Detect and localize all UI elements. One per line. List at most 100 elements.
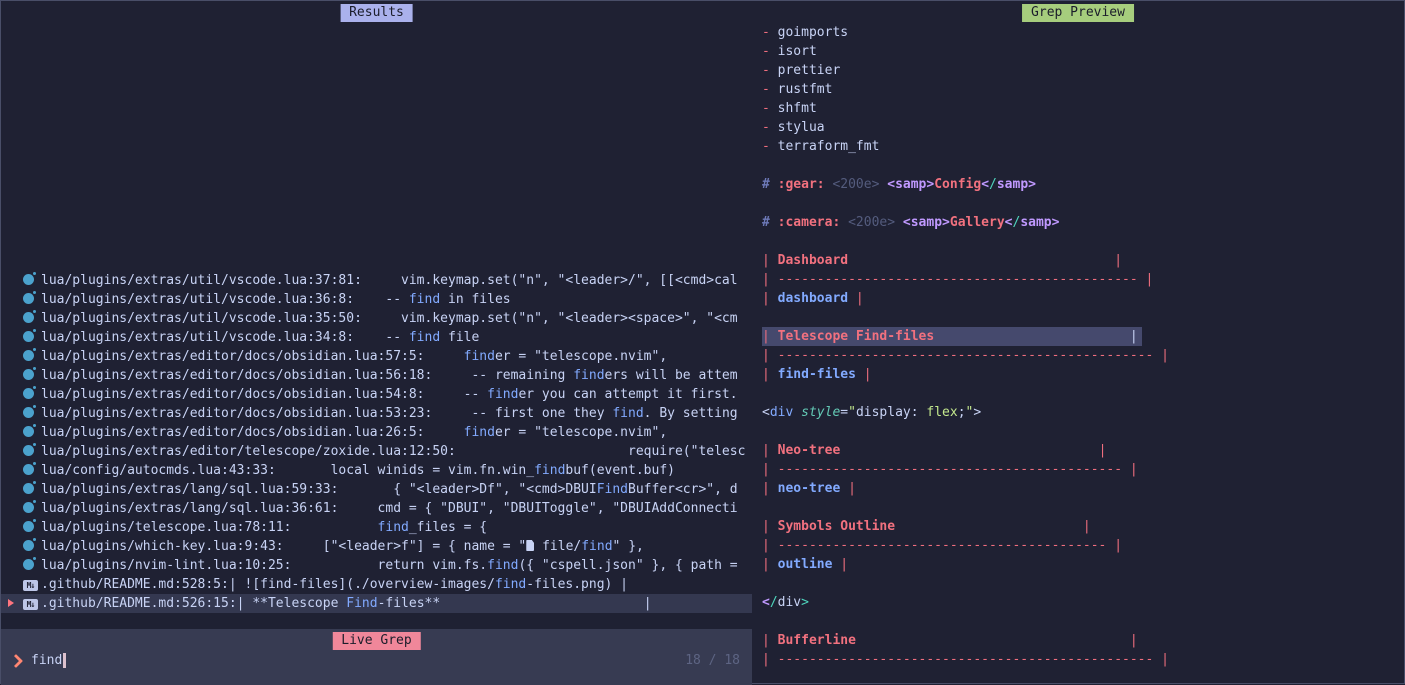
text-segment: find bbox=[612, 406, 643, 421]
result-row[interactable]: lua/plugins/extras/lang/sql.lua:59:33: {… bbox=[1, 480, 752, 499]
text-segment bbox=[895, 519, 1083, 534]
text-segment: _files = { bbox=[409, 520, 487, 535]
text-segment: find bbox=[487, 558, 518, 573]
preview-line: | Symbols Outline | bbox=[762, 517, 1403, 536]
text-segment: find bbox=[495, 577, 526, 592]
result-row[interactable]: lua/plugins/extras/lang/sql.lua:36:61: c… bbox=[1, 499, 752, 518]
result-row-selected[interactable]: M↓.github/README.md:526:15:| **Telescope… bbox=[1, 594, 752, 613]
markdown-file-icon: M↓ bbox=[23, 599, 38, 610]
result-row[interactable]: lua/plugins/nvim-lint.lua:10:25: return … bbox=[1, 556, 752, 575]
results-title-badge: Results bbox=[340, 4, 413, 22]
text-segment: ers will be attem bbox=[605, 368, 738, 383]
text-segment: outline bbox=[778, 557, 833, 572]
text-segment: Symbols Outline bbox=[778, 519, 895, 534]
result-row[interactable]: M↓.github/README.md:528:5:| ![find-files… bbox=[1, 575, 752, 594]
text-segment: ({ "cspell.json" }, { path = bbox=[518, 558, 737, 573]
text-segment: | bbox=[1099, 443, 1107, 458]
preview-line: | Dashboard | bbox=[762, 251, 1403, 270]
preview-line: - rustfmt bbox=[762, 80, 1403, 99]
text-segment: Config bbox=[934, 177, 981, 192]
text-segment: - bbox=[762, 82, 778, 97]
text-segment: goimports bbox=[778, 25, 848, 40]
result-row[interactable]: lua/plugins/extras/editor/docs/obsidian.… bbox=[1, 404, 752, 423]
search-input[interactable]: find 18 / 18 bbox=[9, 651, 740, 670]
text-cursor bbox=[63, 653, 66, 668]
result-row[interactable]: lua/plugins/extras/editor/telescope/zoxi… bbox=[1, 442, 752, 461]
text-segment: samp> bbox=[997, 177, 1036, 192]
preview-line: - isort bbox=[762, 42, 1403, 61]
preview-line: | dashboard | bbox=[762, 289, 1403, 308]
results-panel: Results lua/plugins/extras/util/vscode.l… bbox=[1, 1, 752, 628]
text-segment: find bbox=[487, 387, 518, 402]
text-segment: find bbox=[464, 425, 495, 440]
result-row[interactable]: lua/plugins/which-key.lua:9:43: ["<leade… bbox=[1, 537, 752, 556]
lua-file-icon bbox=[23, 502, 34, 513]
text-segment: lua/plugins/extras/util/vscode.lua:34:8:… bbox=[41, 330, 409, 345]
preview-line: - goimports bbox=[762, 23, 1403, 42]
text-segment: | bbox=[762, 557, 778, 572]
text-segment: Buffer<cr>", d bbox=[628, 482, 738, 497]
result-row[interactable]: lua/plugins/extras/editor/docs/obsidian.… bbox=[1, 385, 752, 404]
preview-line: # :camera: <200e> <samp>Gallery</samp> bbox=[762, 213, 1403, 232]
preview-line: - shfmt bbox=[762, 99, 1403, 118]
text-segment: <samp> bbox=[887, 177, 934, 192]
result-row[interactable]: lua/plugins/extras/editor/docs/obsidian.… bbox=[1, 423, 752, 442]
text-segment: neo-tree bbox=[778, 481, 841, 496]
text-segment: find bbox=[534, 463, 565, 478]
preview-line: | --------------------------------------… bbox=[762, 270, 1403, 289]
selection-caret-icon bbox=[8, 599, 14, 607]
text-segment: <200e> bbox=[832, 177, 887, 192]
lua-file-icon bbox=[23, 483, 34, 494]
lua-file-icon bbox=[23, 312, 34, 323]
result-row[interactable]: lua/plugins/extras/util/vscode.lua:37:81… bbox=[1, 271, 752, 290]
result-row[interactable]: lua/plugins/extras/editor/docs/obsidian.… bbox=[1, 347, 752, 366]
text-segment: :camera: bbox=[778, 215, 848, 230]
result-row[interactable]: lua/config/autocmds.lua:43:33: local win… bbox=[1, 461, 752, 480]
text-segment: / bbox=[770, 595, 778, 610]
text-segment: er = "telescope.nvim", bbox=[495, 349, 667, 364]
lua-file-icon bbox=[23, 293, 34, 304]
live-grep-prompt-box: Live Grep find 18 / 18 bbox=[1, 629, 752, 685]
text-segment: < bbox=[762, 595, 770, 610]
text-segment: prettier bbox=[778, 63, 841, 78]
preview-line: - prettier bbox=[762, 61, 1403, 80]
text-segment: stylua bbox=[778, 120, 825, 135]
text-segment: lua/config/autocmds.lua:43:33: local win… bbox=[41, 463, 534, 478]
text-segment: | bbox=[856, 367, 872, 382]
text-segment: lua/plugins/extras/util/vscode.lua:37:81… bbox=[41, 273, 738, 288]
text-segment: | bbox=[1114, 253, 1122, 268]
result-row[interactable]: lua/plugins/telescope.lua:78:11: find_fi… bbox=[1, 518, 752, 537]
preview-lines: - goimports- isort- prettier- rustfmt- s… bbox=[762, 23, 1403, 669]
text-segment: in files bbox=[440, 292, 510, 307]
grep-preview-panel: Grep Preview - goimports- isort- prettie… bbox=[753, 1, 1403, 682]
text-segment: - bbox=[762, 25, 778, 40]
text-segment bbox=[856, 633, 1130, 648]
result-row[interactable]: lua/plugins/extras/util/vscode.lua:36:8:… bbox=[1, 290, 752, 309]
text-segment: lua/plugins/extras/util/vscode.lua:36:8:… bbox=[41, 292, 409, 307]
preview-line: <div style="display: flex;"> bbox=[762, 403, 1403, 422]
text-segment: " bbox=[848, 405, 856, 420]
text-segment: / bbox=[989, 177, 997, 192]
text-segment: | bbox=[848, 291, 864, 306]
text-segment: display: bbox=[856, 405, 926, 420]
lua-file-icon bbox=[23, 350, 34, 361]
file-icon bbox=[526, 540, 534, 551]
live-grep-title-badge: Live Grep bbox=[332, 632, 420, 650]
text-segment: | --------------------------------------… bbox=[762, 348, 1169, 363]
text-segment: > bbox=[801, 595, 809, 610]
text-segment: | bbox=[832, 557, 848, 572]
preview-line: | --------------------------------------… bbox=[762, 460, 1403, 479]
text-segment: terraform_fmt bbox=[778, 139, 880, 154]
text-segment: | --------------------------------------… bbox=[762, 652, 1169, 667]
text-segment: = bbox=[840, 405, 848, 420]
result-row[interactable]: lua/plugins/extras/util/vscode.lua:35:50… bbox=[1, 309, 752, 328]
text-segment bbox=[840, 443, 1098, 458]
text-segment: find bbox=[409, 330, 440, 345]
lua-file-icon bbox=[23, 464, 34, 475]
result-row[interactable]: lua/plugins/extras/util/vscode.lua:34:8:… bbox=[1, 328, 752, 347]
text-segment: lua/plugins/extras/editor/docs/obsidian.… bbox=[41, 406, 612, 421]
text-segment: find bbox=[581, 539, 612, 554]
text-segment: ; bbox=[958, 405, 966, 420]
result-row[interactable]: lua/plugins/extras/editor/docs/obsidian.… bbox=[1, 366, 752, 385]
preview-line bbox=[762, 612, 1403, 631]
